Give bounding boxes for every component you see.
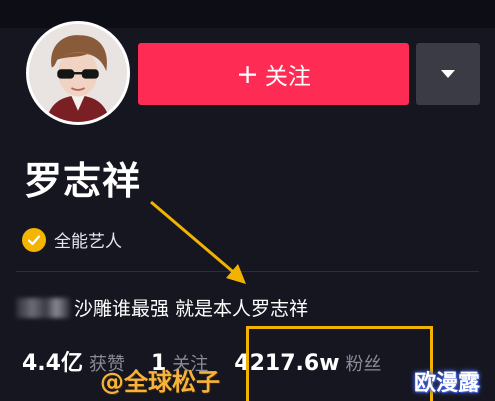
watermark-text: @全球松子 xyxy=(100,368,220,396)
likes-count[interactable]: 4.4亿 xyxy=(22,345,83,377)
check-badge-icon xyxy=(22,227,46,252)
avatar[interactable] xyxy=(26,21,130,125)
more-options-button[interactable] xyxy=(416,43,480,105)
bio-text: 沙雕谁最强 就是本人罗志祥 xyxy=(74,298,309,320)
avatar-portrait xyxy=(29,24,127,122)
triangle-down-icon xyxy=(441,70,455,78)
profile-name: 罗志祥 xyxy=(24,159,142,203)
annotation-highlight-box xyxy=(246,326,433,401)
site-logo-text: 欧漫露 xyxy=(414,371,481,396)
divider xyxy=(16,271,479,272)
profile-bio: 沙雕谁最强 就是本人罗志祥 xyxy=(16,294,308,321)
blurred-text xyxy=(16,297,70,318)
verification-label: 全能艺人 xyxy=(54,232,122,252)
follow-button[interactable]: + 关注 xyxy=(138,43,409,105)
follow-button-label: 关注 xyxy=(264,64,311,90)
plus-icon: + xyxy=(236,58,259,90)
verification-badge: 全能艺人 xyxy=(22,227,122,252)
